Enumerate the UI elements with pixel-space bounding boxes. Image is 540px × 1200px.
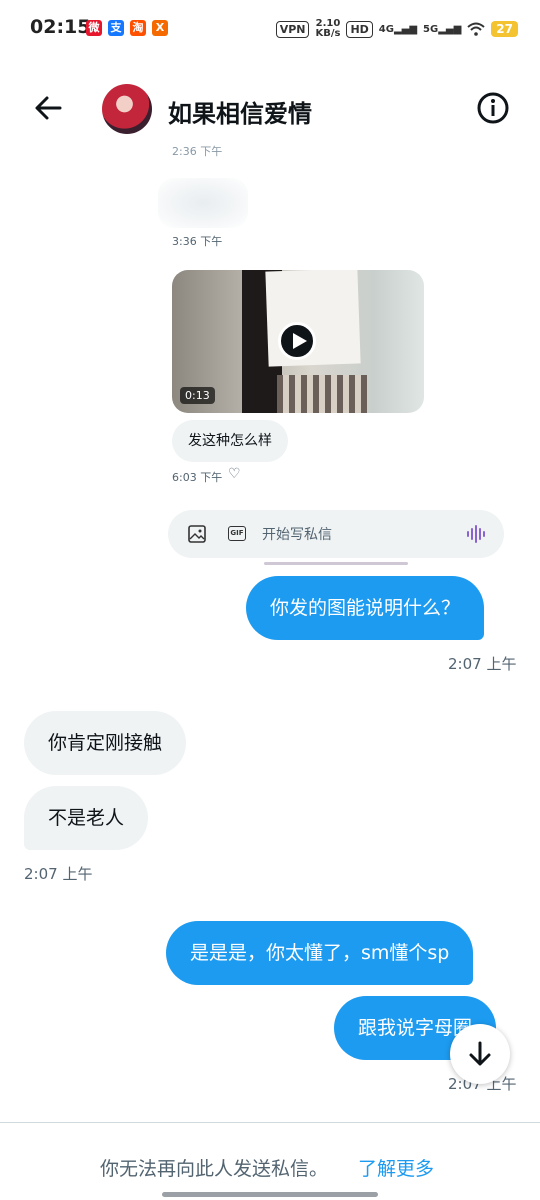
- embedded-message-time: 6:03 下午: [172, 471, 223, 484]
- hd-badge: HD: [346, 20, 373, 38]
- avatar[interactable]: [102, 84, 152, 134]
- embedded-message-bubble: 发这种怎么样: [172, 420, 288, 462]
- signal-4g-icon: 4G▂▄▆: [378, 23, 418, 35]
- video-thumbnail: 0:13: [172, 270, 424, 413]
- embedded-composer-placeholder: 开始写私信: [262, 527, 332, 543]
- scroll-to-bottom-button[interactable]: [450, 1024, 510, 1084]
- video-duration: 0:13: [180, 387, 215, 404]
- message-timestamp: 2:07 上午: [448, 655, 517, 673]
- battery-indicator: 27: [491, 21, 518, 37]
- conversation-header: 如果相信爱情: [0, 78, 540, 142]
- gif-icon: GIF: [228, 526, 246, 541]
- message-bubble-incoming[interactable]: 你肯定刚接触: [24, 711, 187, 775]
- voice-icon: [467, 525, 485, 543]
- blurred-message: [158, 178, 248, 228]
- alipay-icon: 支: [108, 20, 124, 36]
- weibo-icon: 微: [86, 20, 102, 36]
- message-bubble-outgoing[interactable]: 你发的图能说明什么？: [246, 576, 485, 640]
- dm-restricted-footer: 你无法再向此人发送私信。 了解更多: [0, 1122, 540, 1200]
- signal-5g-icon: 5G▂▄▆: [423, 23, 462, 35]
- status-time: 02:15: [30, 16, 91, 38]
- status-indicators: VPN 2.10 KB/s HD 4G▂▄▆ 5G▂▄▆ 27: [275, 18, 518, 40]
- message-timestamp: 2:07 上午: [24, 865, 93, 883]
- conversation-title[interactable]: 如果相信爱情: [168, 94, 312, 129]
- message-bubble-outgoing[interactable]: 是是是，你太懂了，sm懂个sp: [166, 921, 474, 985]
- navigation-handle[interactable]: [162, 1192, 378, 1197]
- embedded-partial-time: 2:36 下午: [172, 145, 223, 158]
- embedded-time: 3:36 下午: [172, 235, 223, 248]
- message-bubble-incoming[interactable]: 不是老人: [24, 786, 149, 850]
- app-icon: X: [152, 20, 168, 36]
- status-bar: 02:15 微 支 淘 X VPN 2.10 KB/s HD 4G▂▄▆ 5G▂…: [0, 0, 540, 58]
- image-icon: [188, 525, 206, 543]
- heart-plus-icon: ♡: [228, 466, 241, 482]
- learn-more-link[interactable]: 了解更多: [358, 1154, 434, 1181]
- play-icon: [278, 322, 316, 360]
- taobao-icon: 淘: [130, 20, 146, 36]
- network-speed: 2.10 KB/s: [315, 18, 341, 39]
- footer-notice: 你无法再向此人发送私信。: [100, 1158, 329, 1180]
- wifi-icon: [467, 22, 485, 36]
- arrow-left-icon[interactable]: [30, 90, 66, 126]
- arrow-down-icon: [469, 1041, 491, 1066]
- embedded-composer: GIF 开始写私信: [168, 510, 504, 558]
- info-icon[interactable]: [476, 91, 510, 125]
- embedded-divider: [264, 562, 408, 565]
- vpn-badge: VPN: [275, 20, 310, 38]
